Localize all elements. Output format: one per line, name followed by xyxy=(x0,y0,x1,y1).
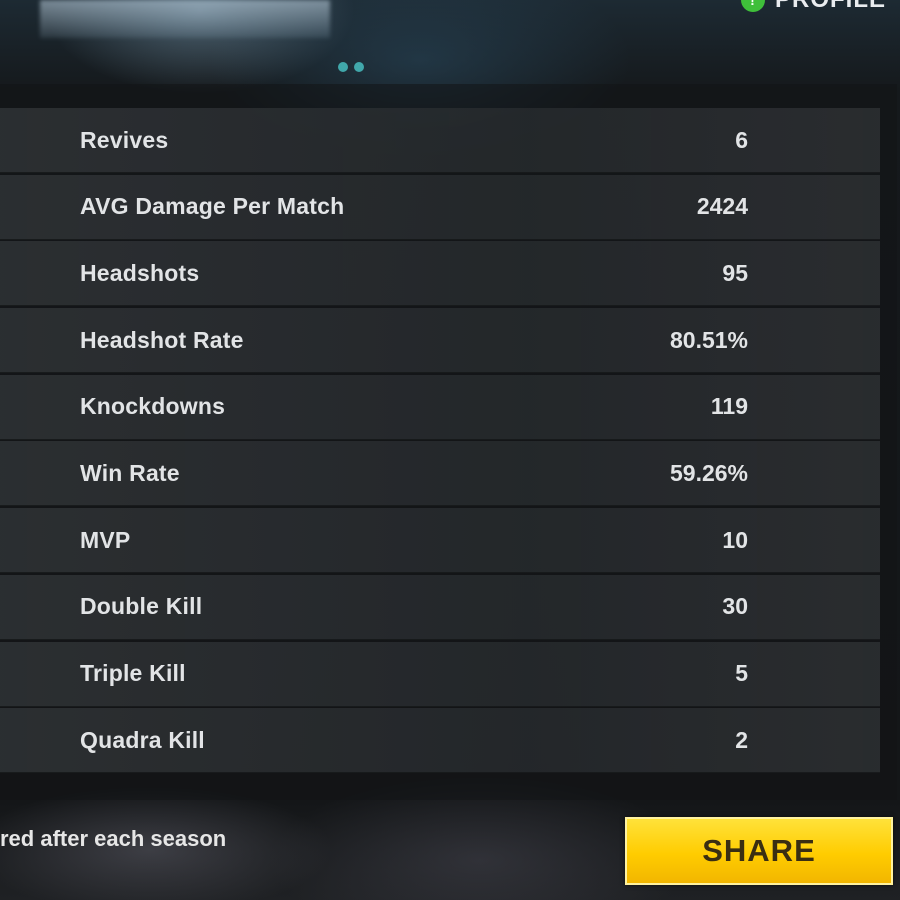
stat-row-triple-kill: Triple Kill 5 xyxy=(0,641,880,707)
stat-value: 59.26% xyxy=(669,459,748,486)
stat-value: 6 xyxy=(735,126,748,153)
stat-value: 80.51% xyxy=(669,326,748,353)
stat-value: 119 xyxy=(710,393,748,420)
stat-row-double-kill: Double Kill 30 xyxy=(0,574,880,640)
background-light-dot xyxy=(338,62,348,72)
stat-label: AVG Damage Per Match xyxy=(80,193,345,220)
stat-value: 5 xyxy=(735,660,748,686)
profile-tab[interactable]: ! PROFILE xyxy=(740,0,886,14)
stat-row-revives: Revives 6 xyxy=(0,108,880,173)
stat-row-headshot-rate: Headshot Rate 80.51% xyxy=(0,308,880,374)
stat-row-win-rate: Win Rate 59.26% xyxy=(0,441,880,507)
stat-value: 30 xyxy=(722,593,748,620)
stat-row-headshots: Headshots 95 xyxy=(0,241,880,307)
season-reset-note: red after each season xyxy=(0,826,227,851)
stat-row-mvp: MVP 10 xyxy=(0,508,880,574)
stat-label: Quadra Kill xyxy=(80,726,205,753)
share-button[interactable]: SHARE xyxy=(625,817,893,885)
stats-screen: ! PROFILE Revives 6 AVG Damage Per Match… xyxy=(0,0,900,900)
stat-row-knockdowns: Knockdowns 119 xyxy=(0,374,880,440)
stat-row-quadra-kill: Quadra Kill 2 xyxy=(0,708,880,774)
stat-label: Headshots xyxy=(80,259,200,286)
stat-value: 2424 xyxy=(696,193,748,220)
background-light-dot xyxy=(354,62,364,72)
profile-icon: ! xyxy=(740,0,765,12)
stat-label: Knockdowns xyxy=(80,393,226,420)
stat-label: Double Kill xyxy=(80,593,203,620)
stat-label: MVP xyxy=(80,526,131,553)
stat-value: 95 xyxy=(722,259,748,286)
stats-table: Revives 6 AVG Damage Per Match 2424 Head… xyxy=(0,108,880,775)
stat-row-avg-damage: AVG Damage Per Match 2424 xyxy=(0,174,880,240)
profile-tab-label: PROFILE xyxy=(775,0,886,14)
stat-value: 10 xyxy=(722,526,748,553)
stat-value: 2 xyxy=(735,726,748,753)
stat-label: Triple Kill xyxy=(80,660,186,686)
background-light xyxy=(40,0,330,38)
stat-label: Revives xyxy=(80,126,169,153)
stat-label: Win Rate xyxy=(80,459,180,486)
stat-label: Headshot Rate xyxy=(80,326,244,353)
